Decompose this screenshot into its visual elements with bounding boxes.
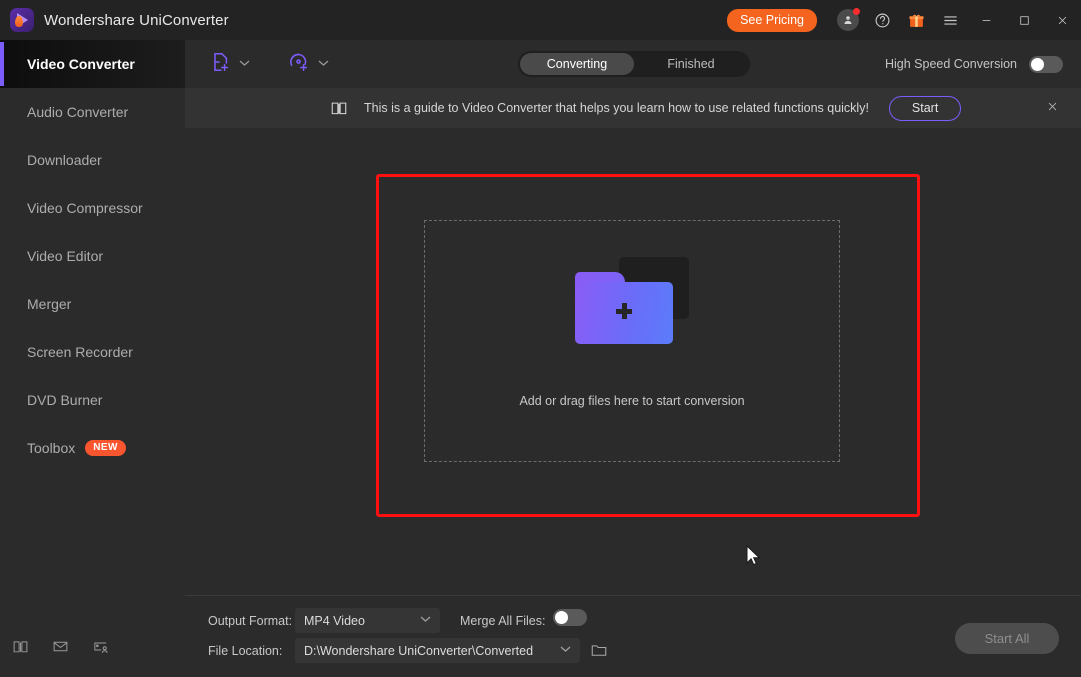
sidebar-item-toolbox[interactable]: Toolbox NEW <box>0 424 185 472</box>
see-pricing-button[interactable]: See Pricing <box>727 9 817 32</box>
sidebar-item-video-editor[interactable]: Video Editor <box>0 232 185 280</box>
start-all-button[interactable]: Start All <box>955 623 1059 654</box>
guide-banner: This is a guide to Video Converter that … <box>185 88 1081 128</box>
sidebar-item-dvd-burner[interactable]: DVD Burner <box>0 376 185 424</box>
tab-finished[interactable]: Finished <box>634 53 748 75</box>
add-disc-button[interactable] <box>288 51 329 78</box>
sidebar-item-label: Downloader <box>27 152 102 168</box>
main-content: Add or drag files here to start conversi… <box>185 128 1081 595</box>
bottom-bar: Output Format: MP4 Video Merge All Files… <box>185 595 1081 677</box>
sidebar-item-label: Toolbox <box>27 440 75 456</box>
chevron-down-icon <box>420 615 431 626</box>
high-speed-conversion-label: High Speed Conversion <box>885 57 1017 71</box>
app-window: Wondershare UniConverter See Pricing <box>0 0 1081 677</box>
add-folder-icon <box>575 257 689 353</box>
add-disc-icon <box>288 51 310 78</box>
app-title: Wondershare UniConverter <box>44 12 229 29</box>
mail-icon[interactable] <box>40 629 80 663</box>
minimize-icon[interactable] <box>967 0 1005 40</box>
gift-icon[interactable] <box>899 0 933 40</box>
converting-finished-tabs: Converting Finished <box>518 51 750 77</box>
sidebar-item-label: Screen Recorder <box>27 344 133 360</box>
book-icon <box>330 99 348 117</box>
sidebar-bottom-icons <box>0 629 185 663</box>
file-location-label: File Location: <box>208 644 282 658</box>
sidebar-item-merger[interactable]: Merger <box>0 280 185 328</box>
merge-all-files-label: Merge All Files: <box>460 614 545 628</box>
uniconverter-logo-icon <box>10 8 34 32</box>
notification-badge <box>853 8 860 15</box>
sidebar: Video Converter Audio Converter Download… <box>0 40 185 677</box>
high-speed-conversion-control: High Speed Conversion <box>885 40 1063 88</box>
folder-icon[interactable] <box>590 641 608 664</box>
dropzone-label: Add or drag files here to start conversi… <box>425 394 839 408</box>
sidebar-item-downloader[interactable]: Downloader <box>0 136 185 184</box>
sidebar-item-label: Video Editor <box>27 248 103 264</box>
banner-close-icon[interactable] <box>1046 100 1059 116</box>
account-button[interactable] <box>831 0 865 40</box>
new-badge: NEW <box>85 440 126 456</box>
output-format-value: MP4 Video <box>304 614 365 628</box>
main-toolbar: Converting Finished High Speed Conversio… <box>185 40 1081 88</box>
avatar <box>837 9 859 31</box>
merge-all-files-toggle[interactable] <box>553 609 587 626</box>
sidebar-item-label: DVD Burner <box>27 392 102 408</box>
sidebar-item-audio-converter[interactable]: Audio Converter <box>0 88 185 136</box>
sidebar-item-video-converter[interactable]: Video Converter <box>0 40 185 88</box>
sidebar-item-label: Video Compressor <box>27 200 143 216</box>
tab-converting[interactable]: Converting <box>520 53 634 75</box>
sidebar-item-label: Merger <box>27 296 71 312</box>
user-card-icon[interactable] <box>80 629 120 663</box>
title-bar: Wondershare UniConverter See Pricing <box>0 0 1081 40</box>
file-location-value: D:\Wondershare UniConverter\Converted <box>304 644 533 658</box>
high-speed-conversion-toggle[interactable] <box>1029 56 1063 73</box>
output-format-select[interactable]: MP4 Video <box>295 608 440 633</box>
sidebar-item-screen-recorder[interactable]: Screen Recorder <box>0 328 185 376</box>
guide-start-button[interactable]: Start <box>889 96 961 121</box>
add-files-button[interactable] <box>209 51 250 78</box>
file-dropzone[interactable]: Add or drag files here to start conversi… <box>424 220 840 462</box>
sidebar-item-label: Audio Converter <box>27 104 128 120</box>
chevron-down-icon <box>318 59 329 70</box>
book-icon[interactable] <box>0 629 40 663</box>
mouse-pointer-icon <box>746 545 762 572</box>
file-location-select[interactable]: D:\Wondershare UniConverter\Converted <box>295 638 580 663</box>
maximize-icon[interactable] <box>1005 0 1043 40</box>
titlebar-actions: See Pricing <box>727 0 1081 40</box>
chevron-down-icon <box>560 645 571 656</box>
chevron-down-icon <box>239 59 250 70</box>
guide-banner-text: This is a guide to Video Converter that … <box>364 101 869 115</box>
hamburger-menu-icon[interactable] <box>933 0 967 40</box>
add-file-icon <box>209 51 231 78</box>
sidebar-item-label: Video Converter <box>27 56 135 72</box>
close-icon[interactable] <box>1043 0 1081 40</box>
sidebar-item-video-compressor[interactable]: Video Compressor <box>0 184 185 232</box>
help-icon[interactable] <box>865 0 899 40</box>
output-format-label: Output Format: <box>208 614 292 628</box>
